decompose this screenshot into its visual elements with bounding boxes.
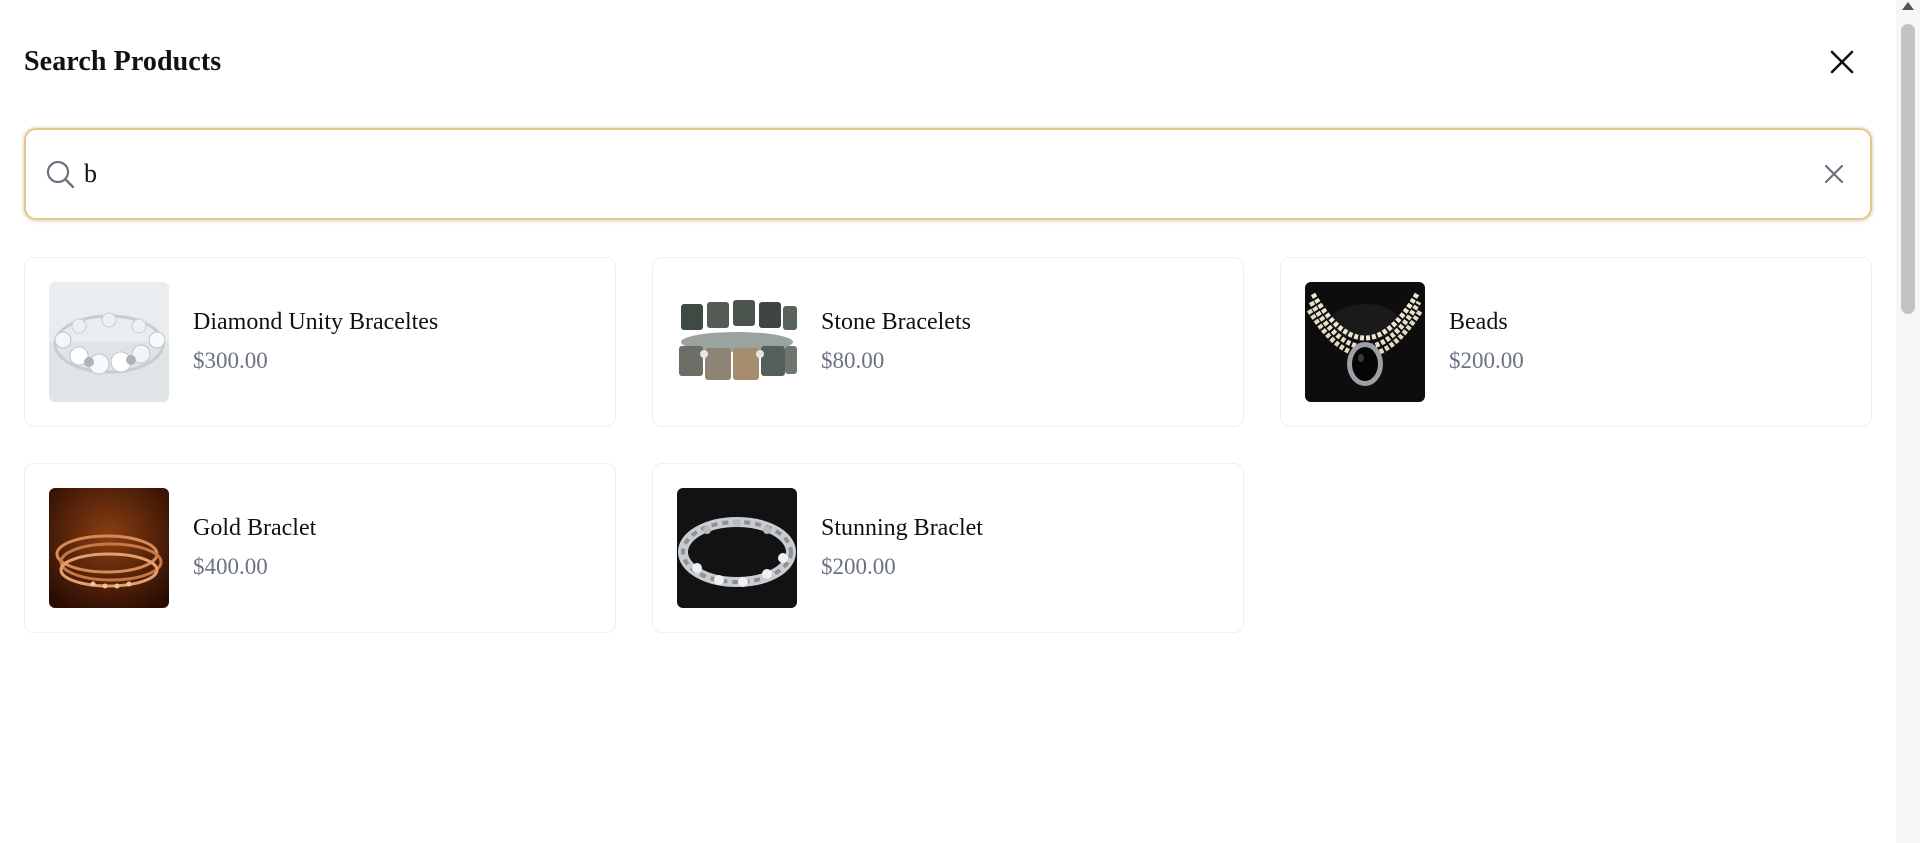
product-name: Gold Braclet: [193, 515, 317, 541]
close-icon: [1830, 50, 1854, 74]
search-box: [24, 128, 1872, 220]
clear-icon: [1824, 164, 1844, 184]
product-price: $400.00: [193, 553, 268, 579]
product-image: [49, 488, 169, 608]
product-info: Beads $200.00: [1449, 308, 1524, 374]
product-image: [1305, 282, 1425, 402]
product-card[interactable]: Gold Braclet $400.00: [24, 463, 616, 633]
product-image: [49, 282, 169, 402]
product-price: $80.00: [821, 347, 885, 373]
product-info: Stunning Braclet $200.00: [821, 514, 983, 580]
search-products-page: Search Products b Diamond Unity Bracelte…: [0, 0, 1920, 843]
product-card[interactable]: Beads $200.00: [1280, 257, 1872, 427]
search-panel: Search Products b Diamond Unity Bracelte…: [0, 0, 1896, 843]
vertical-scrollbar[interactable]: [1896, 0, 1920, 843]
scroll-up-arrow-icon[interactable]: [1902, 2, 1914, 10]
close-button[interactable]: [1824, 44, 1860, 80]
search-icon: [46, 160, 75, 189]
header: Search Products: [24, 44, 1860, 84]
search-input[interactable]: [84, 148, 1784, 200]
product-name: Beads: [1449, 309, 1508, 335]
scrollbar-thumb[interactable]: [1901, 24, 1915, 314]
page-title: Search Products: [24, 46, 222, 77]
product-price: $300.00: [193, 347, 268, 373]
product-name: Stone Bracelets: [821, 309, 971, 335]
product-card[interactable]: Stone Bracelets $80.00: [652, 257, 1244, 427]
product-info: Diamond Unity Braceltes $300.00: [193, 308, 438, 374]
product-image: [677, 488, 797, 608]
product-card[interactable]: Diamond Unity Braceltes $300.00: [24, 257, 616, 427]
product-name: Stunning Braclet: [821, 515, 983, 541]
product-image: [677, 282, 797, 402]
product-card[interactable]: Stunning Braclet $200.00: [652, 463, 1244, 633]
product-info: Gold Braclet $400.00: [193, 514, 316, 580]
product-price: $200.00: [1449, 347, 1524, 373]
product-price: $200.00: [821, 553, 896, 579]
product-results-grid: Diamond Unity Braceltes $300.00 Stone Br…: [24, 257, 1872, 633]
product-name: Diamond Unity Braceltes: [193, 309, 439, 335]
clear-search-button[interactable]: [1818, 158, 1850, 190]
product-info: Stone Bracelets $80.00: [821, 308, 971, 374]
